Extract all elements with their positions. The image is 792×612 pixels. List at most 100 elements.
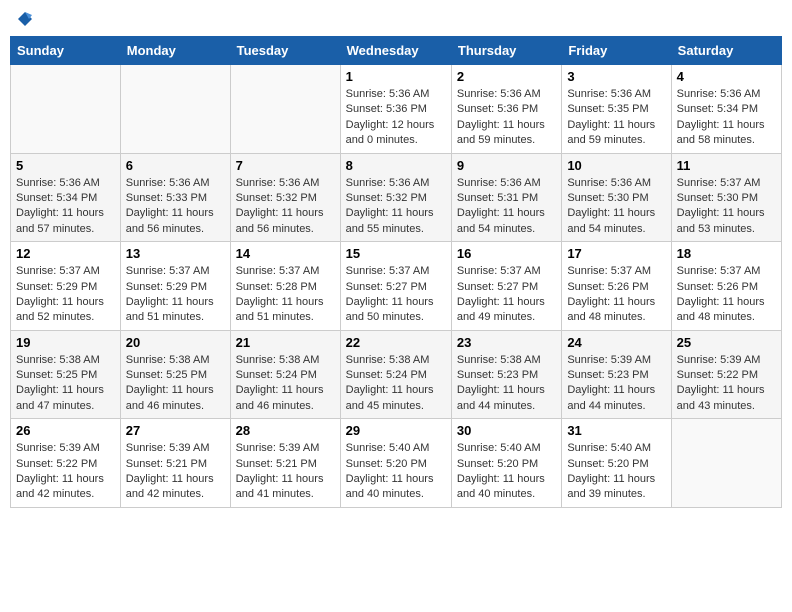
daylight-text: Daylight: 11 hours and 54 minutes. <box>457 206 556 237</box>
weekday-header-thursday: Thursday <box>451 37 561 65</box>
sunset-text: Sunset: 5:22 PM <box>16 457 115 472</box>
sunrise-text: Sunrise: 5:37 AM <box>236 264 335 279</box>
sunrise-text: Sunrise: 5:40 AM <box>567 441 665 456</box>
daylight-text: Daylight: 11 hours and 41 minutes. <box>236 472 335 503</box>
calendar-cell: 9 Sunrise: 5:36 AMSunset: 5:31 PMDaylight… <box>451 153 561 242</box>
day-number: 6 <box>126 158 225 173</box>
sunset-text: Sunset: 5:36 PM <box>346 102 446 117</box>
weekday-header-wednesday: Wednesday <box>340 37 451 65</box>
sunrise-text: Sunrise: 5:38 AM <box>457 353 556 368</box>
day-number: 29 <box>346 423 446 438</box>
day-number: 11 <box>677 158 776 173</box>
logo-icon <box>16 10 34 28</box>
day-info: Sunrise: 5:38 AMSunset: 5:24 PMDaylight:… <box>236 353 335 415</box>
day-number: 24 <box>567 335 665 350</box>
weekday-header-friday: Friday <box>562 37 671 65</box>
sunrise-text: Sunrise: 5:39 AM <box>16 441 115 456</box>
day-number: 26 <box>16 423 115 438</box>
sunrise-text: Sunrise: 5:36 AM <box>457 176 556 191</box>
day-info: Sunrise: 5:39 AMSunset: 5:22 PMDaylight:… <box>677 353 776 415</box>
day-info: Sunrise: 5:39 AMSunset: 5:22 PMDaylight:… <box>16 441 115 503</box>
sunrise-text: Sunrise: 5:37 AM <box>567 264 665 279</box>
day-number: 14 <box>236 246 335 261</box>
day-number: 10 <box>567 158 665 173</box>
sunset-text: Sunset: 5:33 PM <box>126 191 225 206</box>
daylight-text: Daylight: 11 hours and 51 minutes. <box>126 295 225 326</box>
sunrise-text: Sunrise: 5:39 AM <box>126 441 225 456</box>
daylight-text: Daylight: 11 hours and 47 minutes. <box>16 383 115 414</box>
day-info: Sunrise: 5:39 AMSunset: 5:21 PMDaylight:… <box>126 441 225 503</box>
sunrise-text: Sunrise: 5:38 AM <box>236 353 335 368</box>
sunset-text: Sunset: 5:25 PM <box>16 368 115 383</box>
day-number: 12 <box>16 246 115 261</box>
daylight-text: Daylight: 11 hours and 59 minutes. <box>457 118 556 149</box>
calendar-cell: 25 Sunrise: 5:39 AMSunset: 5:22 PMDayligh… <box>671 330 781 419</box>
sunrise-text: Sunrise: 5:36 AM <box>346 87 446 102</box>
calendar-cell: 19Sunrise: 5:38 AMSunset: 5:25 PMDayligh… <box>11 330 121 419</box>
week-row-2: 5Sunrise: 5:36 AMSunset: 5:34 PMDaylight… <box>11 153 782 242</box>
day-number: 22 <box>346 335 446 350</box>
day-info: Sunrise: 5:36 AMSunset: 5:36 PMDaylight:… <box>457 87 556 149</box>
sunrise-text: Sunrise: 5:38 AM <box>126 353 225 368</box>
day-info: Sunrise: 5:36 AMSunset: 5:33 PMDaylight:… <box>126 176 225 238</box>
daylight-text: Daylight: 11 hours and 42 minutes. <box>16 472 115 503</box>
page-header <box>10 10 782 28</box>
sunrise-text: Sunrise: 5:40 AM <box>457 441 556 456</box>
day-info: Sunrise: 5:37 AMSunset: 5:26 PMDaylight:… <box>677 264 776 326</box>
sunset-text: Sunset: 5:31 PM <box>457 191 556 206</box>
daylight-text: Daylight: 11 hours and 51 minutes. <box>236 295 335 326</box>
sunset-text: Sunset: 5:34 PM <box>16 191 115 206</box>
daylight-text: Daylight: 11 hours and 58 minutes. <box>677 118 776 149</box>
daylight-text: Daylight: 11 hours and 54 minutes. <box>567 206 665 237</box>
calendar-table: SundayMondayTuesdayWednesdayThursdayFrid… <box>10 36 782 508</box>
calendar-cell: 27Sunrise: 5:39 AMSunset: 5:21 PMDayligh… <box>120 419 230 508</box>
day-info: Sunrise: 5:37 AMSunset: 5:30 PMDaylight:… <box>677 176 776 238</box>
day-number: 17 <box>567 246 665 261</box>
day-number: 23 <box>457 335 556 350</box>
day-info: Sunrise: 5:38 AMSunset: 5:25 PMDaylight:… <box>126 353 225 415</box>
day-info: Sunrise: 5:36 AMSunset: 5:35 PMDaylight:… <box>567 87 665 149</box>
calendar-cell <box>671 419 781 508</box>
day-info: Sunrise: 5:37 AMSunset: 5:29 PMDaylight:… <box>126 264 225 326</box>
day-number: 3 <box>567 69 665 84</box>
day-info: Sunrise: 5:38 AMSunset: 5:25 PMDaylight:… <box>16 353 115 415</box>
daylight-text: Daylight: 11 hours and 40 minutes. <box>457 472 556 503</box>
sunrise-text: Sunrise: 5:38 AM <box>16 353 115 368</box>
day-number: 15 <box>346 246 446 261</box>
calendar-cell: 2Sunrise: 5:36 AMSunset: 5:36 PMDaylight… <box>451 65 561 154</box>
sunrise-text: Sunrise: 5:39 AM <box>236 441 335 456</box>
day-number: 25 <box>677 335 776 350</box>
sunset-text: Sunset: 5:29 PM <box>126 280 225 295</box>
day-info: Sunrise: 5:40 AMSunset: 5:20 PMDaylight:… <box>457 441 556 503</box>
weekday-header-tuesday: Tuesday <box>230 37 340 65</box>
calendar-cell: 22Sunrise: 5:38 AMSunset: 5:24 PMDayligh… <box>340 330 451 419</box>
sunset-text: Sunset: 5:20 PM <box>346 457 446 472</box>
calendar-cell: 14Sunrise: 5:37 AMSunset: 5:28 PMDayligh… <box>230 242 340 331</box>
daylight-text: Daylight: 11 hours and 42 minutes. <box>126 472 225 503</box>
daylight-text: Daylight: 11 hours and 59 minutes. <box>567 118 665 149</box>
sunset-text: Sunset: 5:23 PM <box>567 368 665 383</box>
day-number: 9 <box>457 158 556 173</box>
daylight-text: Daylight: 11 hours and 48 minutes. <box>677 295 776 326</box>
calendar-cell: 20Sunrise: 5:38 AMSunset: 5:25 PMDayligh… <box>120 330 230 419</box>
day-number: 18 <box>677 246 776 261</box>
day-info: Sunrise: 5:37 AMSunset: 5:27 PMDaylight:… <box>457 264 556 326</box>
day-info: Sunrise: 5:36 AMSunset: 5:32 PMDaylight:… <box>346 176 446 238</box>
calendar-cell <box>120 65 230 154</box>
calendar-cell: 18 Sunrise: 5:37 AMSunset: 5:26 PMDayligh… <box>671 242 781 331</box>
daylight-text: Daylight: 11 hours and 50 minutes. <box>346 295 446 326</box>
sunset-text: Sunset: 5:35 PM <box>567 102 665 117</box>
week-row-4: 19Sunrise: 5:38 AMSunset: 5:25 PMDayligh… <box>11 330 782 419</box>
calendar-cell: 29Sunrise: 5:40 AMSunset: 5:20 PMDayligh… <box>340 419 451 508</box>
calendar-cell: 13Sunrise: 5:37 AMSunset: 5:29 PMDayligh… <box>120 242 230 331</box>
daylight-text: Daylight: 11 hours and 44 minutes. <box>457 383 556 414</box>
sunset-text: Sunset: 5:32 PM <box>346 191 446 206</box>
calendar-cell: 17Sunrise: 5:37 AMSunset: 5:26 PMDayligh… <box>562 242 671 331</box>
calendar-cell: 26 Sunrise: 5:39 AMSunset: 5:22 PMDayligh… <box>11 419 121 508</box>
day-info: Sunrise: 5:36 AMSunset: 5:30 PMDaylight:… <box>567 176 665 238</box>
daylight-text: Daylight: 11 hours and 57 minutes. <box>16 206 115 237</box>
day-info: Sunrise: 5:36 AMSunset: 5:32 PMDaylight:… <box>236 176 335 238</box>
sunset-text: Sunset: 5:27 PM <box>457 280 556 295</box>
sunset-text: Sunset: 5:21 PM <box>236 457 335 472</box>
sunrise-text: Sunrise: 5:37 AM <box>677 176 776 191</box>
